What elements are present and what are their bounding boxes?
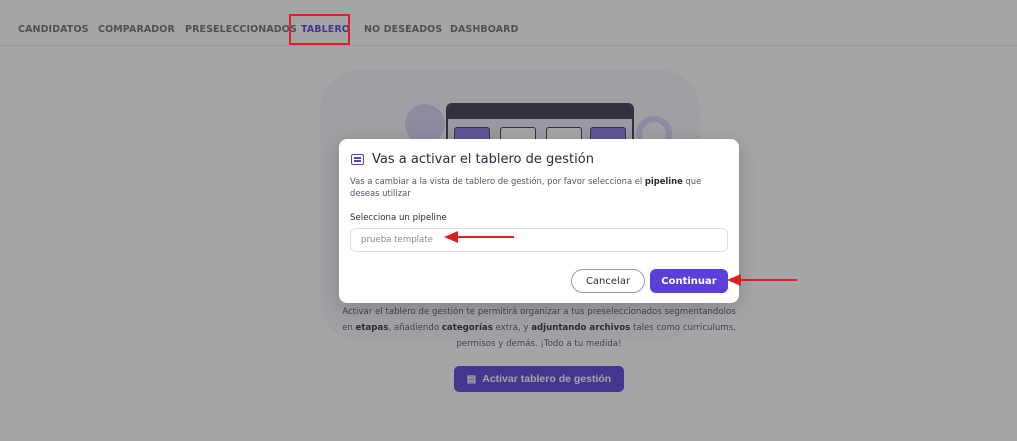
dialog-header: Vas a activar el tablero de gestión: [351, 152, 594, 167]
dialog-description: Vas a cambiar a la vista de tablero de g…: [350, 176, 702, 198]
activate-board-dialog: Vas a activar el tablero de gestión Vas …: [339, 139, 739, 303]
annotation-arrow-input: [444, 231, 514, 243]
cancel-button[interactable]: Cancelar: [571, 269, 645, 293]
board-icon: [351, 154, 364, 165]
pipeline-field-label: Selecciona un pipeline: [350, 213, 447, 223]
dialog-title: Vas a activar el tablero de gestión: [372, 152, 594, 167]
annotation-highlight-box: [289, 14, 350, 45]
continue-button[interactable]: Continuar: [650, 269, 728, 293]
annotation-arrow-continue: [727, 274, 797, 286]
pipeline-select[interactable]: [350, 228, 728, 252]
